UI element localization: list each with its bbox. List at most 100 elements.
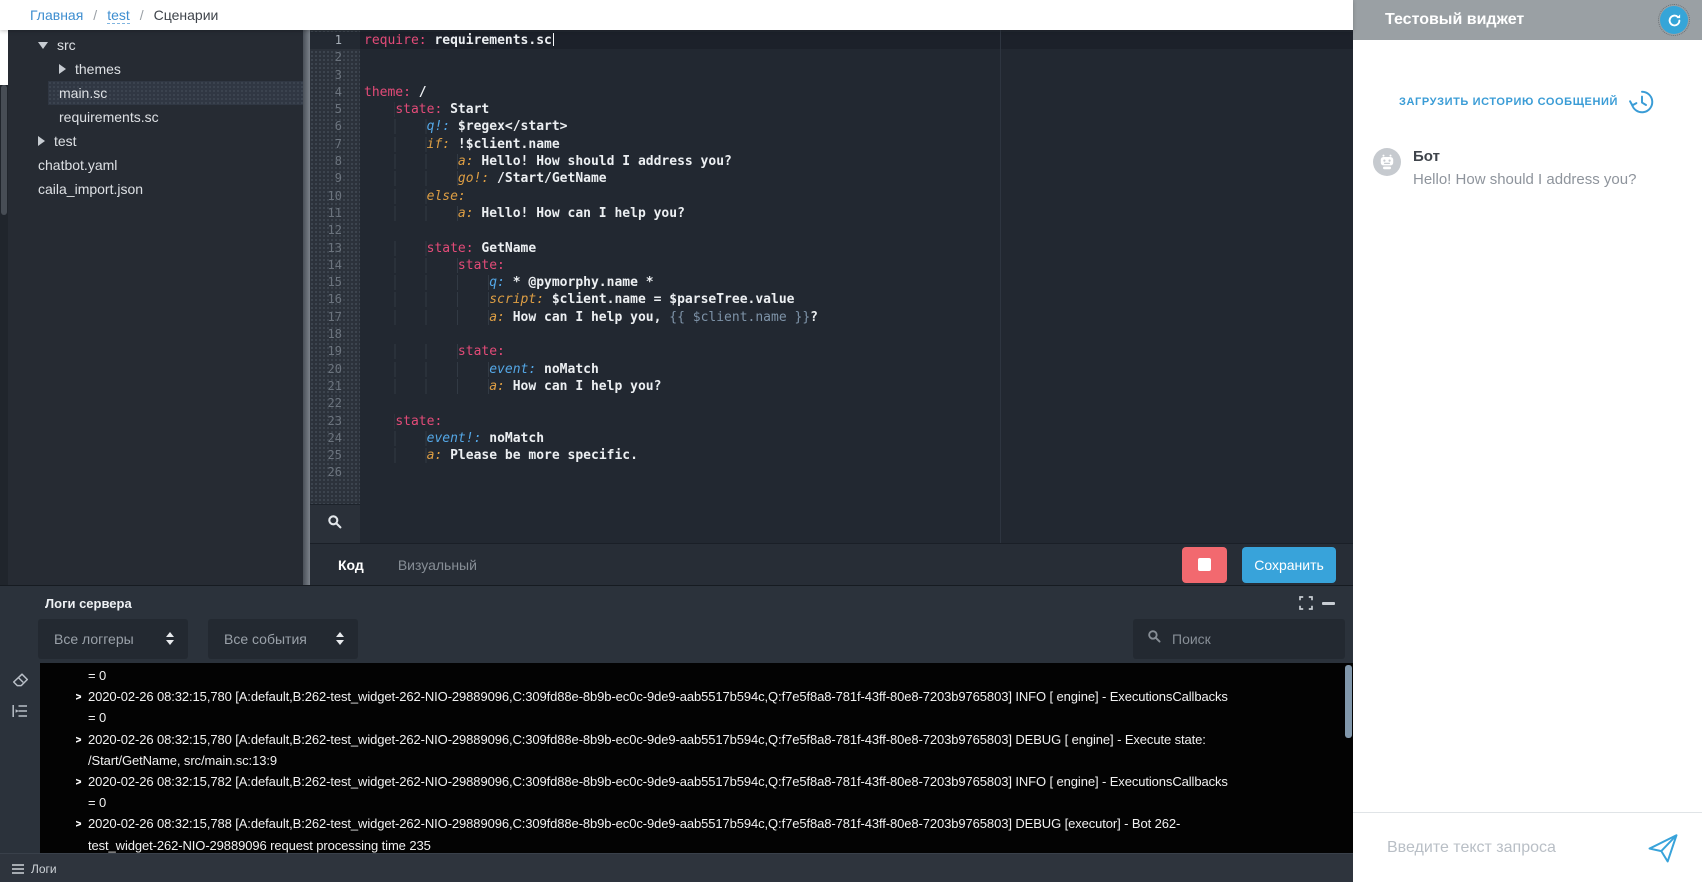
code-line[interactable]: state: [360,413,1353,430]
line-number: 22 [310,395,360,412]
scrollbar-track [0,30,8,85]
scroll-follow-icon[interactable] [12,704,28,718]
code-line[interactable]: state: [360,257,1353,274]
tree-item-themes[interactable]: themes [8,57,303,81]
triangle-right-icon[interactable] [59,64,66,74]
code-line[interactable]: a: How can I help you? [360,378,1353,395]
chat-area: ЗАГРУЗИТЬ ИСТОРИЮ СООБЩЕНИЙ [1353,40,1702,812]
save-button[interactable]: Сохранить [1242,547,1336,583]
code-line[interactable]: if: !$client.name [360,136,1353,153]
send-icon[interactable] [1646,831,1680,865]
line-number: 23 [310,413,360,430]
log-entry: 2020-02-26 08:32:15,782 [A:default,B:262… [76,771,1339,813]
tree-item-caila-import-json[interactable]: caila_import.json [8,177,303,201]
tree-item-main-sc[interactable]: main.sc [8,81,303,105]
line-number: 19 [310,343,360,360]
logs-title: Логи сервера [45,590,1295,611]
tab-code[interactable]: Код [338,557,364,573]
page-scrollbar[interactable] [0,30,8,585]
message-text: Hello! How should I address you? [1413,169,1636,190]
clear-logs-icon[interactable] [12,673,29,688]
log-line: 2020-02-26 08:32:15,782 [A:default,B:262… [76,771,1339,792]
logs-body: = 02020-02-26 08:32:15,780 [A:default,B:… [0,663,1353,853]
logs-search[interactable] [1133,619,1345,659]
file-tree: src themes main.sc requirements.sc test chatb… [8,30,303,585]
code-line[interactable]: require: requirements.sc [360,32,1353,49]
refresh-button[interactable] [1660,6,1688,34]
tree-item-requirements-sc[interactable]: requirements.sc [8,105,303,129]
tab-visual[interactable]: Визуальный [398,557,477,573]
code-line[interactable] [360,464,1353,481]
log-line: 2020-02-26 08:32:15,780 [A:default,B:262… [76,729,1339,750]
code-line[interactable]: state: GetName [360,240,1353,257]
code-line[interactable]: event!: noMatch [360,430,1353,447]
code-area[interactable]: require: requirements.sc theme: / state: … [360,30,1353,543]
code-line[interactable]: go!: /Start/GetName [360,170,1353,187]
code-line[interactable]: q: * @pymorphy.name * [360,274,1353,291]
code-line[interactable]: q!: $regex</start> [360,118,1353,135]
loggers-select-value: Все логгеры [54,631,134,647]
load-history-link[interactable]: ЗАГРУЗИТЬ ИСТОРИЮ СООБЩЕНИЙ [1353,88,1702,116]
code-line[interactable]: a: Hello! How can I help you? [360,205,1353,222]
log-line: = 0 [76,665,1339,686]
code-line[interactable]: a: How can I help you, {{ $client.name }… [360,309,1353,326]
line-number: 16 [310,291,360,308]
statusbar-logs-toggle[interactable]: Логи [31,862,57,876]
code-line[interactable]: state: [360,343,1353,360]
print-margin-ruler [1000,30,1001,543]
line-number: 26 [310,464,360,481]
load-history-label: ЗАГРУЗИТЬ ИСТОРИЮ СООБЩЕНИЙ [1399,96,1618,108]
line-number: 3 [310,67,360,84]
line-number: 24 [310,430,360,447]
line-number: 12 [310,222,360,239]
code-line[interactable]: event: noMatch [360,361,1353,378]
code-line[interactable]: theme: / [360,84,1353,101]
code-line[interactable] [360,222,1353,239]
events-select[interactable]: Все события [208,619,358,659]
code-line[interactable] [360,67,1353,84]
logs-header: Логи сервера [0,586,1353,614]
code-line[interactable] [360,49,1353,66]
log-line: = 0 [76,707,1339,728]
line-number: 21 [310,378,360,395]
line-number: 4 [310,84,360,101]
tree-item-src[interactable]: src [8,33,303,57]
line-number: 14 [310,257,360,274]
code-line[interactable]: script: $client.name = $parseTree.value [360,291,1353,308]
line-number: 1 [310,32,360,49]
search-icon [327,514,343,535]
triangle-right-icon[interactable] [38,136,45,146]
tree-item-label: themes [75,61,121,77]
log-line: = 0 [76,792,1339,813]
log-line: 2020-02-26 08:32:15,780 [A:default,B:262… [76,686,1339,707]
tree-item-label: requirements.sc [59,109,159,125]
app-root: Главная / test / Сценарии srcthemesmain.… [0,0,1702,882]
scrollbar-thumb[interactable] [1,85,7,215]
code-line[interactable]: a: Please be more specific. [360,447,1353,464]
minimize-icon[interactable] [1317,592,1339,614]
code-line[interactable]: state: Start [360,101,1353,118]
logs-search-input[interactable] [1172,631,1322,647]
editor-search-button[interactable] [310,504,360,543]
chat-input[interactable] [1387,839,1638,857]
console-scrollbar-thumb[interactable] [1345,665,1352,738]
tree-item-label: test [54,133,77,149]
code-line[interactable]: a: Hello! How should I address you? [360,153,1353,170]
log-line: test_widget-262-NIO-29889096 request pro… [76,835,1339,853]
code-line[interactable] [360,326,1353,343]
tree-item-test[interactable]: test [8,129,303,153]
code-line[interactable]: else: [360,188,1353,205]
breadcrumb-link-home[interactable]: Главная [30,7,83,23]
stop-button[interactable] [1182,547,1227,583]
triangle-down-icon[interactable] [38,42,48,49]
code-line[interactable] [360,395,1353,412]
panel-splitter[interactable] [303,30,310,585]
line-number: 10 [310,188,360,205]
line-number: 17 [310,309,360,326]
line-number: 6 [310,118,360,135]
expand-icon[interactable] [1295,592,1317,614]
loggers-select[interactable]: Все логгеры [38,619,188,659]
breadcrumb-link-project[interactable]: test [107,7,130,24]
tree-item-chatbot-yaml[interactable]: chatbot.yaml [8,153,303,177]
code-editor[interactable]: 1234567891011121314151617181920212223242… [310,30,1353,543]
